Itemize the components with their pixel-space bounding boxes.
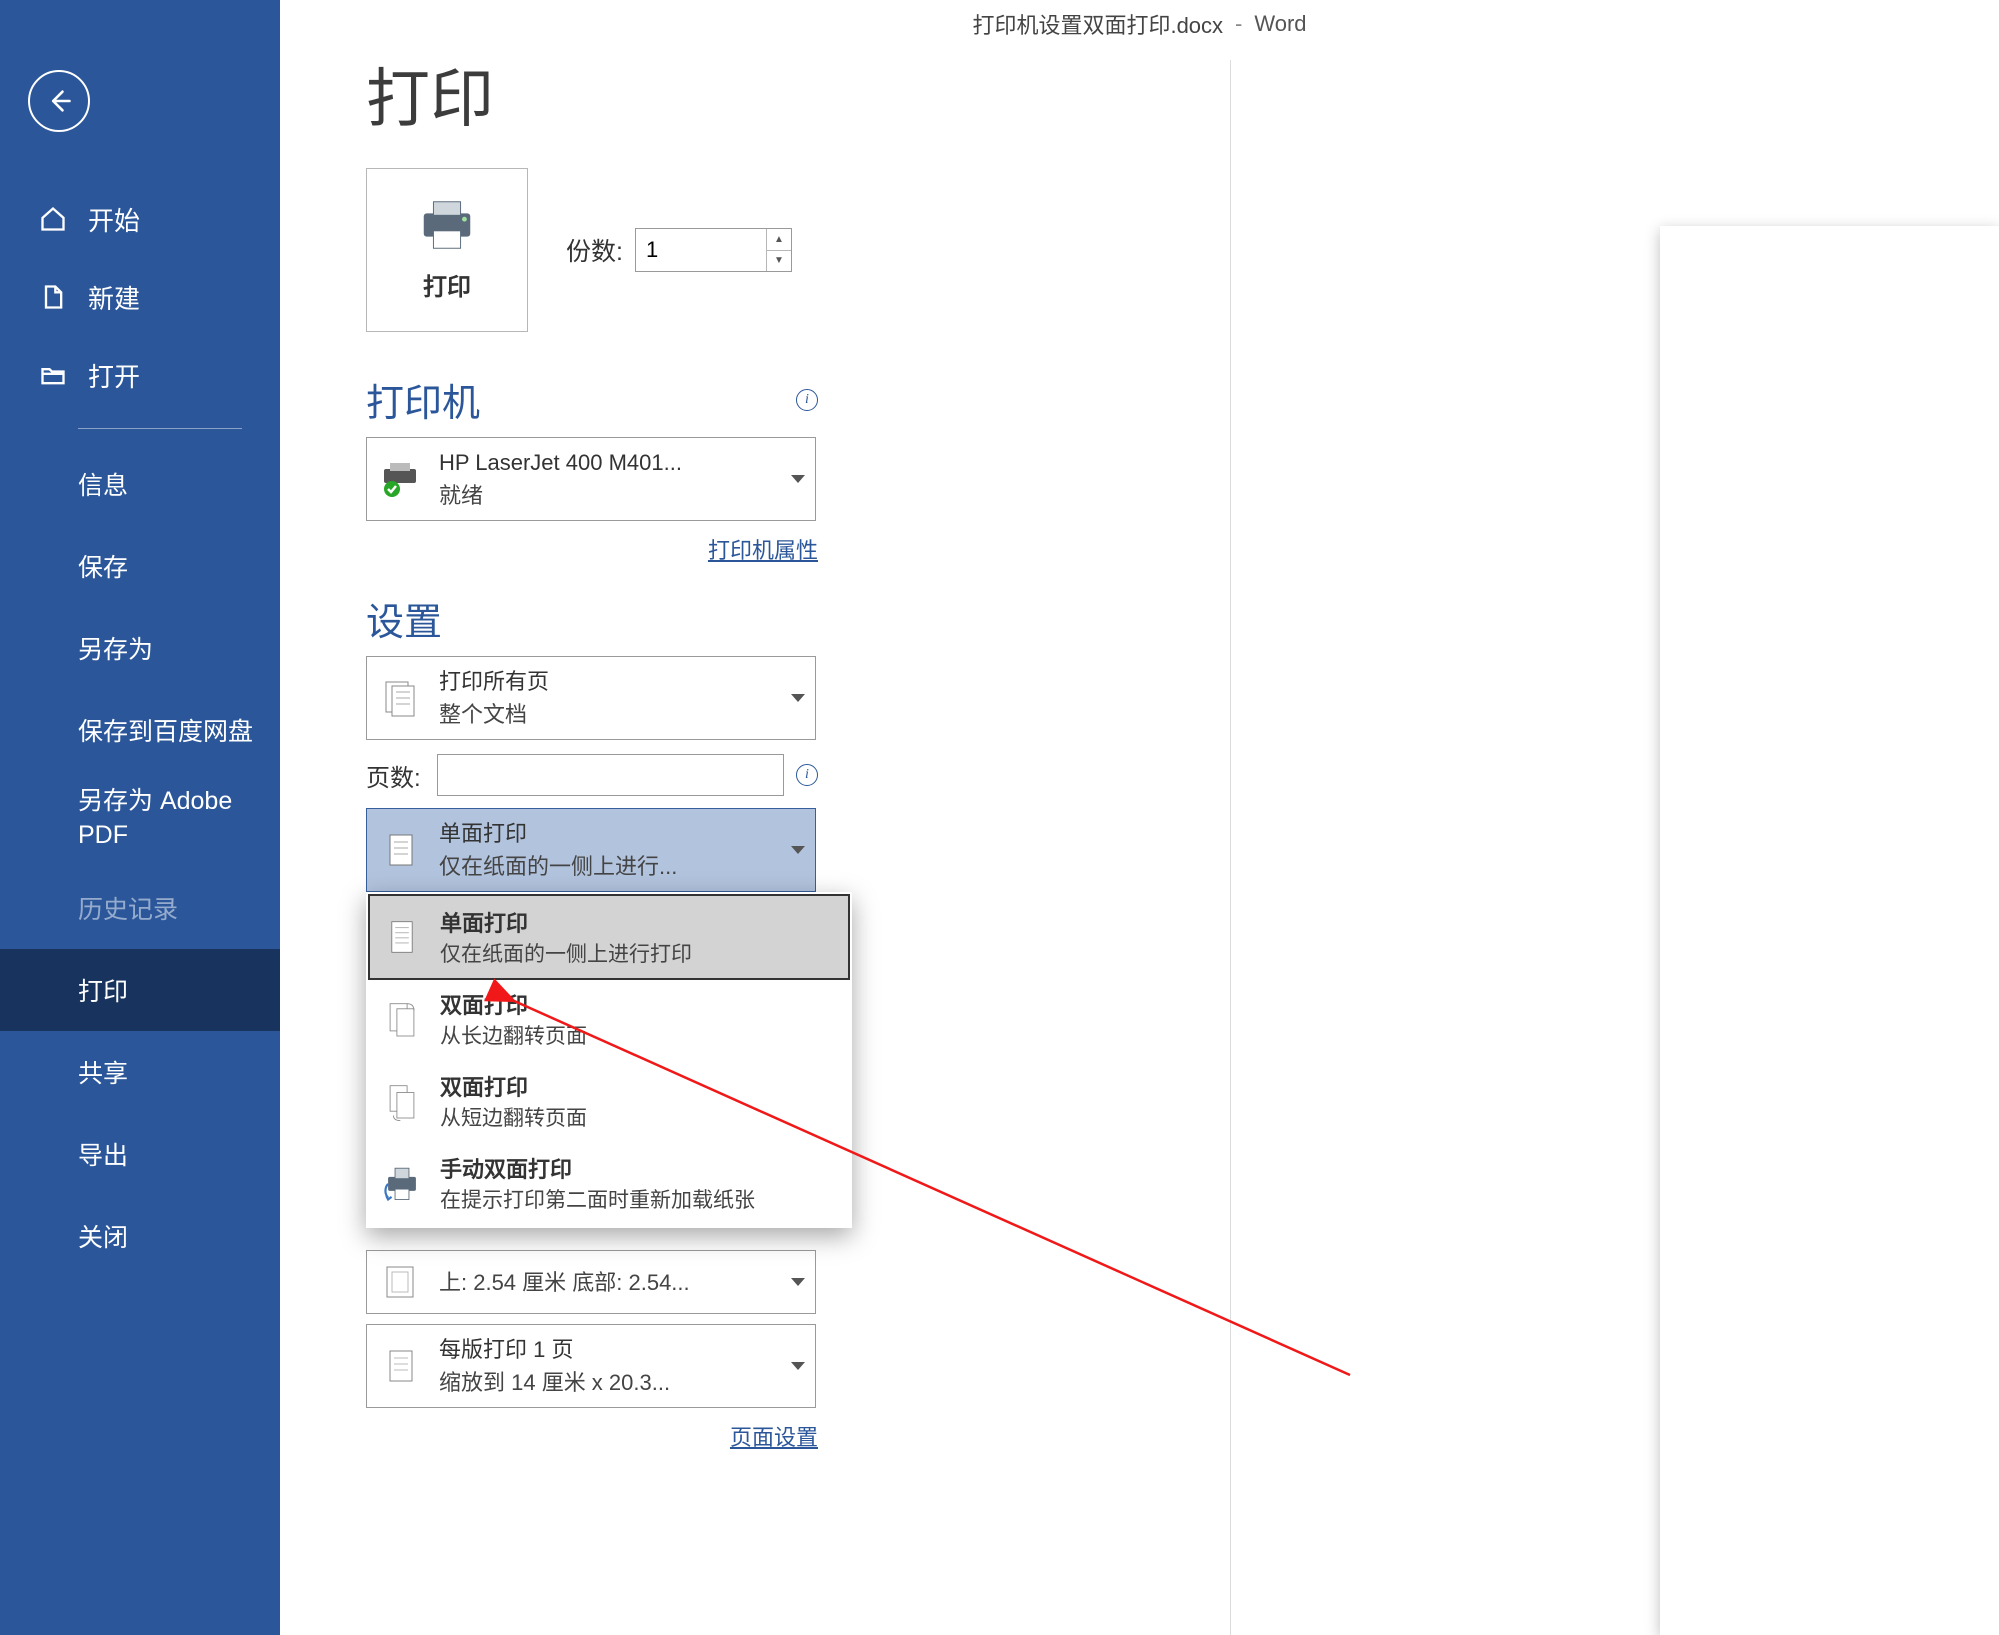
sidebar-item-label: 新建 (88, 279, 140, 316)
sidebar-item-label: 打印 (78, 972, 128, 1008)
option-title: 单面打印 (440, 906, 692, 938)
print-range-title: 打印所有页 (439, 665, 785, 698)
copies-spinner[interactable]: ▲ ▼ (635, 228, 792, 272)
printer-select[interactable]: HP LaserJet 400 M401... 就绪 (366, 437, 816, 521)
chevron-down-icon (791, 1362, 805, 1370)
app-name: Word (1254, 11, 1306, 37)
pages-per-sheet-title: 每版打印 1 页 (439, 1333, 785, 1366)
sidebar-item-share[interactable]: 共享 (0, 1031, 280, 1113)
manual-duplex-printer-icon (382, 1160, 422, 1206)
sidebar-item-label: 保存 (78, 548, 128, 584)
pages-per-sheet-select[interactable]: 每版打印 1 页 缩放到 14 厘米 x 20.3... (366, 1324, 816, 1408)
sidebar-item-label: 历史记录 (78, 890, 178, 926)
pages-per-sheet-subtitle: 缩放到 14 厘米 x 20.3... (439, 1366, 785, 1399)
chevron-down-icon (791, 694, 805, 702)
printer-status: 就绪 (439, 479, 785, 512)
duplex-short-edge-icon (382, 1078, 422, 1124)
copies-label: 份数: (566, 232, 623, 268)
copies-input[interactable] (636, 229, 766, 271)
option-subtitle: 在提示打印第二面时重新加载纸张 (440, 1184, 755, 1214)
sidebar-item-print[interactable]: 打印 (0, 949, 280, 1031)
sidebar-item-label: 打开 (88, 357, 140, 394)
duplex-subtitle: 仅在纸面的一侧上进行... (439, 850, 785, 883)
sidebar-item-label: 另存为 (78, 630, 153, 666)
title-bar: 打印机设置双面打印.docx - Word (280, 0, 1999, 48)
single-side-page-icon (377, 827, 423, 873)
title-separator: - (1235, 11, 1242, 37)
margins-subtitle: 上: 2.54 厘米 底部: 2.54... (439, 1266, 785, 1299)
printer-ready-icon (377, 456, 423, 502)
duplex-option-long-edge[interactable]: 双面打印 从长边翻转页面 (370, 978, 848, 1060)
margins-select[interactable]: 上: 2.54 厘米 底部: 2.54... (366, 1250, 816, 1314)
sidebar-item-label: PDF (78, 819, 128, 853)
duplex-select[interactable]: 单面打印 仅在纸面的一侧上进行... (366, 808, 816, 892)
sidebar-item-label: 另存为 Adobe (78, 785, 232, 819)
duplex-title: 单面打印 (439, 817, 785, 850)
sidebar-item-label: 关闭 (78, 1218, 128, 1254)
chevron-down-icon (791, 846, 805, 854)
pages-icon (377, 675, 423, 721)
single-page-icon (377, 1343, 423, 1389)
sidebar-item-history: 历史记录 (0, 867, 280, 949)
sidebar-item-save[interactable]: 保存 (0, 525, 280, 607)
sidebar-item-close[interactable]: 关闭 (0, 1195, 280, 1277)
sidebar-item-label: 开始 (88, 201, 140, 238)
duplex-option-manual[interactable]: 手动双面打印 在提示打印第二面时重新加载纸张 (370, 1142, 848, 1224)
settings-heading: 设置 (366, 591, 442, 646)
back-button[interactable] (28, 70, 90, 132)
document-title: 打印机设置双面打印.docx (972, 8, 1223, 40)
pages-label: 页数: (366, 758, 421, 793)
option-title: 双面打印 (440, 1070, 587, 1102)
file-icon (38, 282, 68, 312)
home-icon (38, 204, 68, 234)
print-range-select[interactable]: 打印所有页 整个文档 (366, 656, 816, 740)
arrow-left-icon (45, 87, 73, 115)
printer-name: HP LaserJet 400 M401... (439, 446, 785, 479)
chevron-down-icon (791, 475, 805, 483)
option-subtitle: 仅在纸面的一侧上进行打印 (440, 938, 692, 968)
sidebar-item-label: 保存到百度网盘 (78, 712, 253, 748)
print-range-subtitle: 整个文档 (439, 698, 785, 731)
duplex-option-single[interactable]: 单面打印 仅在纸面的一侧上进行打印 (370, 896, 848, 978)
info-icon[interactable]: i (796, 764, 818, 786)
sidebar-item-export[interactable]: 导出 (0, 1113, 280, 1195)
pages-input[interactable] (437, 754, 784, 796)
print-preview-page (1660, 226, 1999, 1635)
sidebar-item-info[interactable]: 信息 (0, 443, 280, 525)
folder-open-icon (38, 360, 68, 390)
sidebar-item-label: 信息 (78, 466, 128, 502)
page-title: 打印 (366, 48, 1999, 140)
duplex-long-edge-icon (382, 996, 422, 1042)
sidebar-item-save-adobe-pdf[interactable]: 另存为 Adobe PDF (0, 771, 280, 867)
option-subtitle: 从短边翻转页面 (440, 1102, 587, 1132)
sidebar-item-new[interactable]: 新建 (0, 258, 280, 336)
spinner-down-icon[interactable]: ▼ (767, 251, 791, 272)
spinner-up-icon[interactable]: ▲ (767, 229, 791, 251)
single-side-page-icon (382, 914, 422, 960)
sidebar-item-save-baidu[interactable]: 保存到百度网盘 (0, 689, 280, 771)
pane-divider (1230, 60, 1231, 1635)
sidebar-item-label: 导出 (78, 1136, 128, 1172)
option-title: 双面打印 (440, 988, 587, 1020)
duplex-dropdown: 单面打印 仅在纸面的一侧上进行打印 (366, 892, 852, 1228)
sidebar-item-home[interactable]: 开始 (0, 180, 280, 258)
backstage-sidebar: 开始 新建 打开 信息 保存 另存为 保 (0, 0, 280, 1635)
sidebar-divider (78, 428, 242, 429)
printer-icon (416, 199, 478, 251)
printer-properties-link[interactable]: 打印机属性 (366, 533, 818, 565)
info-icon[interactable]: i (796, 389, 818, 411)
print-button[interactable]: 打印 (366, 168, 528, 332)
option-title: 手动双面打印 (440, 1152, 755, 1184)
margins-icon (377, 1259, 423, 1305)
page-setup-link[interactable]: 页面设置 (366, 1420, 818, 1452)
printer-heading: 打印机 (366, 372, 480, 427)
chevron-down-icon (791, 1278, 805, 1286)
sidebar-item-label: 共享 (78, 1054, 128, 1090)
duplex-option-short-edge[interactable]: 双面打印 从短边翻转页面 (370, 1060, 848, 1142)
print-pane: 打印 打印 份数: ▲ ▼ (280, 0, 1999, 1635)
print-button-label: 打印 (423, 267, 471, 302)
sidebar-item-open[interactable]: 打开 (0, 336, 280, 414)
sidebar-item-saveas[interactable]: 另存为 (0, 607, 280, 689)
option-subtitle: 从长边翻转页面 (440, 1020, 587, 1050)
